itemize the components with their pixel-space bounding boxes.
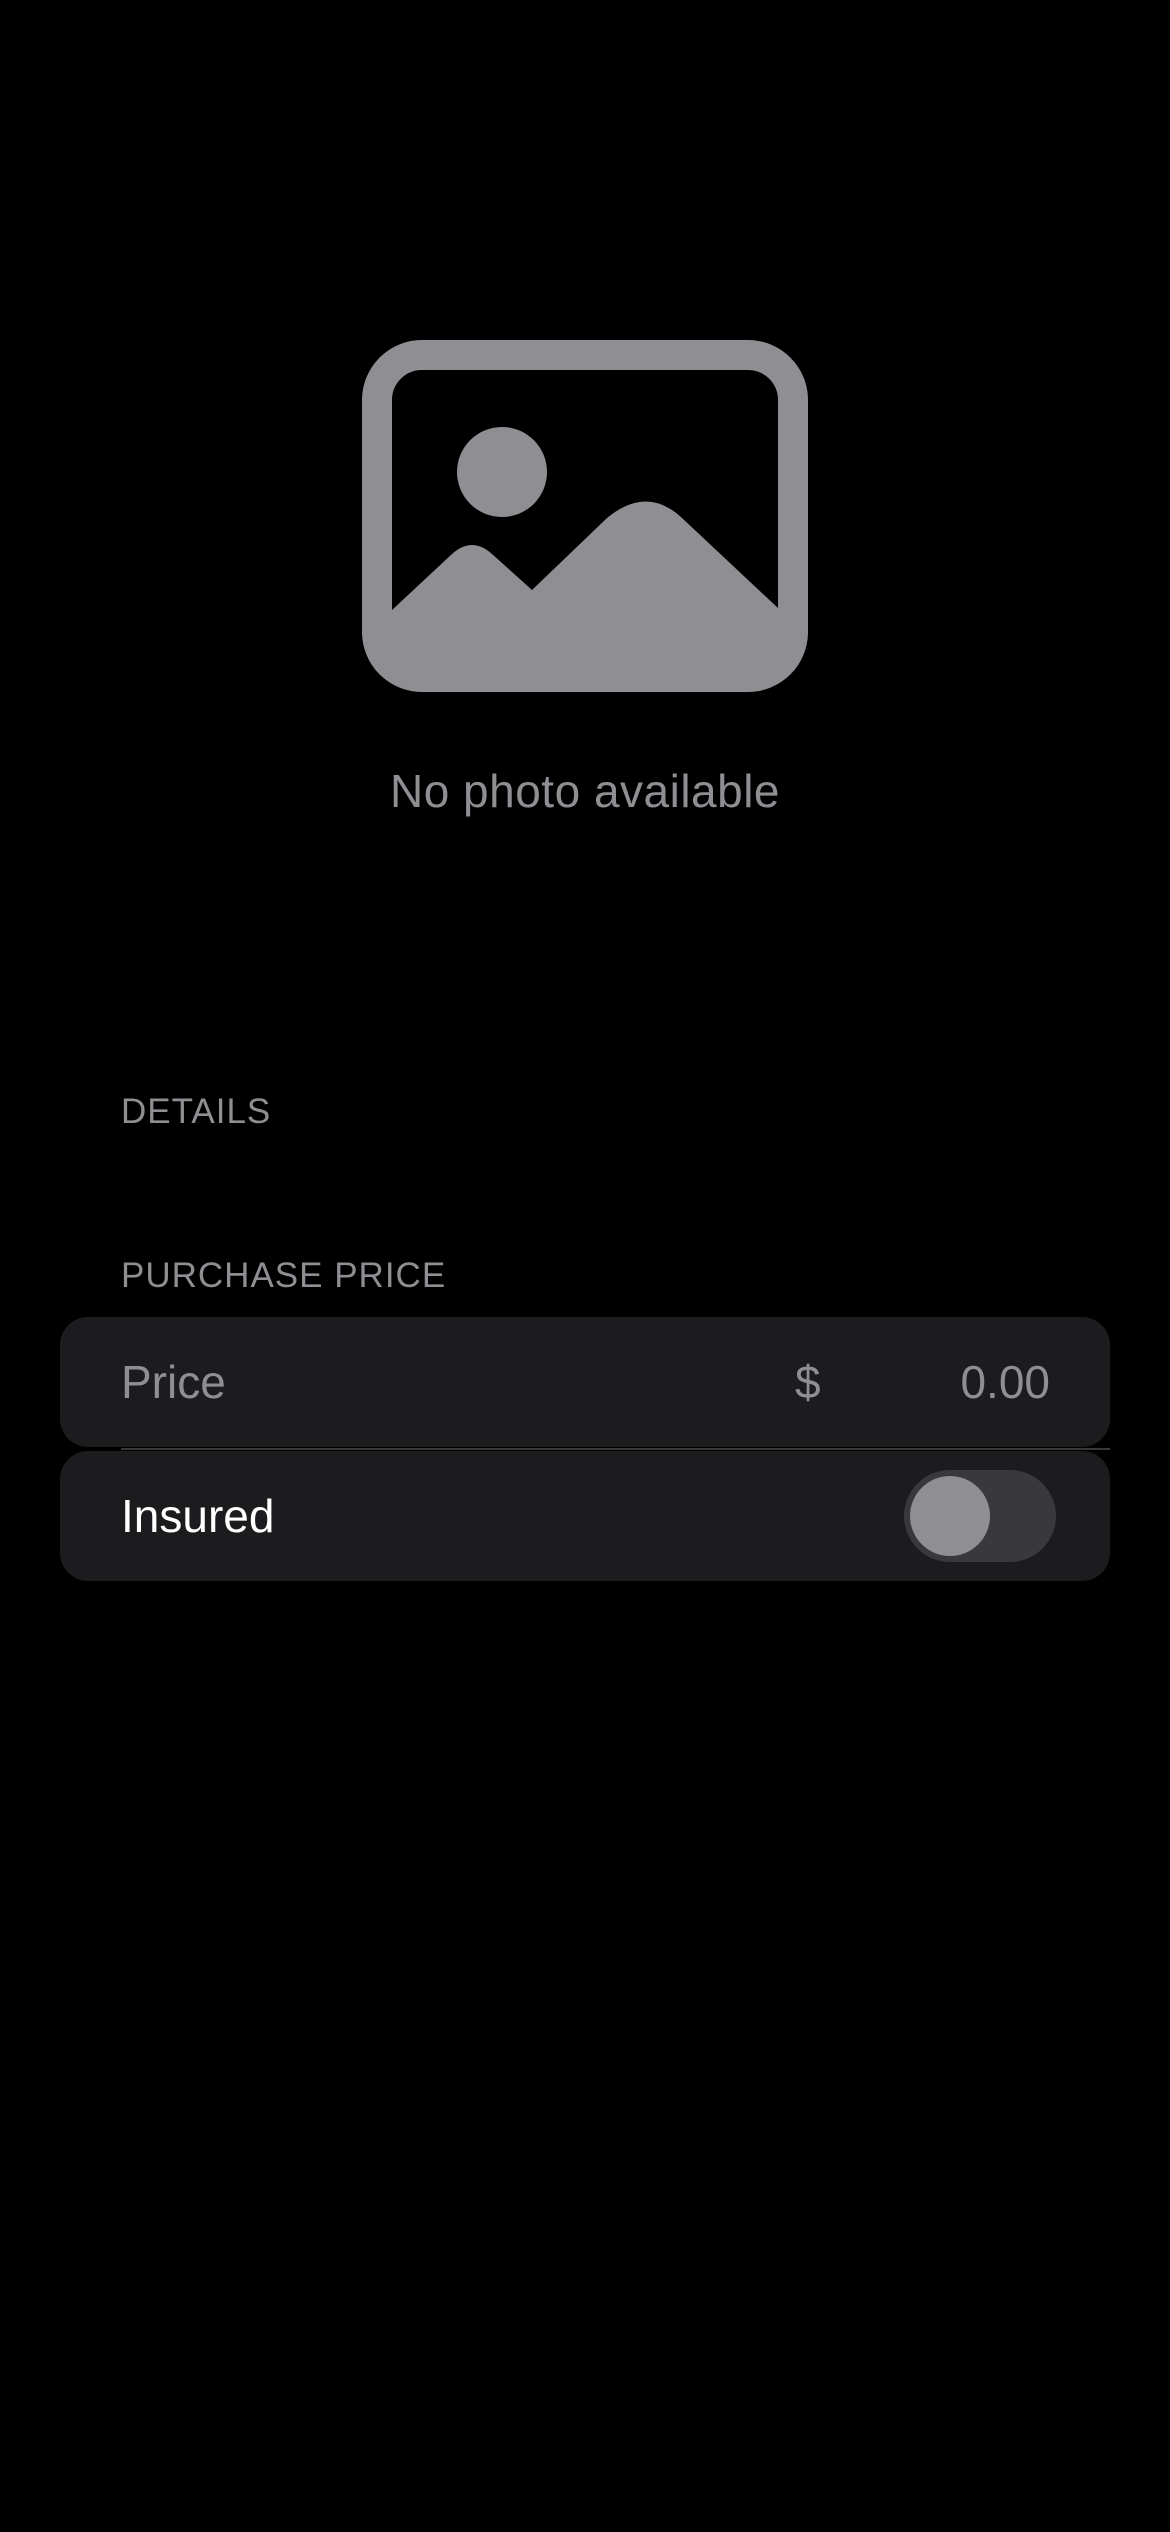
photo-placeholder-icon <box>362 340 808 692</box>
price-label: Price <box>121 1356 226 1408</box>
toggle-knob <box>910 1476 990 1556</box>
price-input[interactable] <box>790 1342 1050 1422</box>
insured-row: Insured <box>60 1451 1110 1581</box>
insured-label: Insured <box>121 1490 275 1542</box>
details-section-header: DETAILS <box>121 1092 272 1131</box>
purchase-price-section-header: PURCHASE PRICE <box>121 1256 447 1295</box>
insured-toggle[interactable] <box>904 1470 1056 1562</box>
photo-placeholder: No photo available <box>0 340 1170 818</box>
no-photo-caption: No photo available <box>389 765 781 817</box>
price-row[interactable]: Price $ <box>60 1317 1110 1447</box>
row-separator <box>121 1448 1110 1450</box>
